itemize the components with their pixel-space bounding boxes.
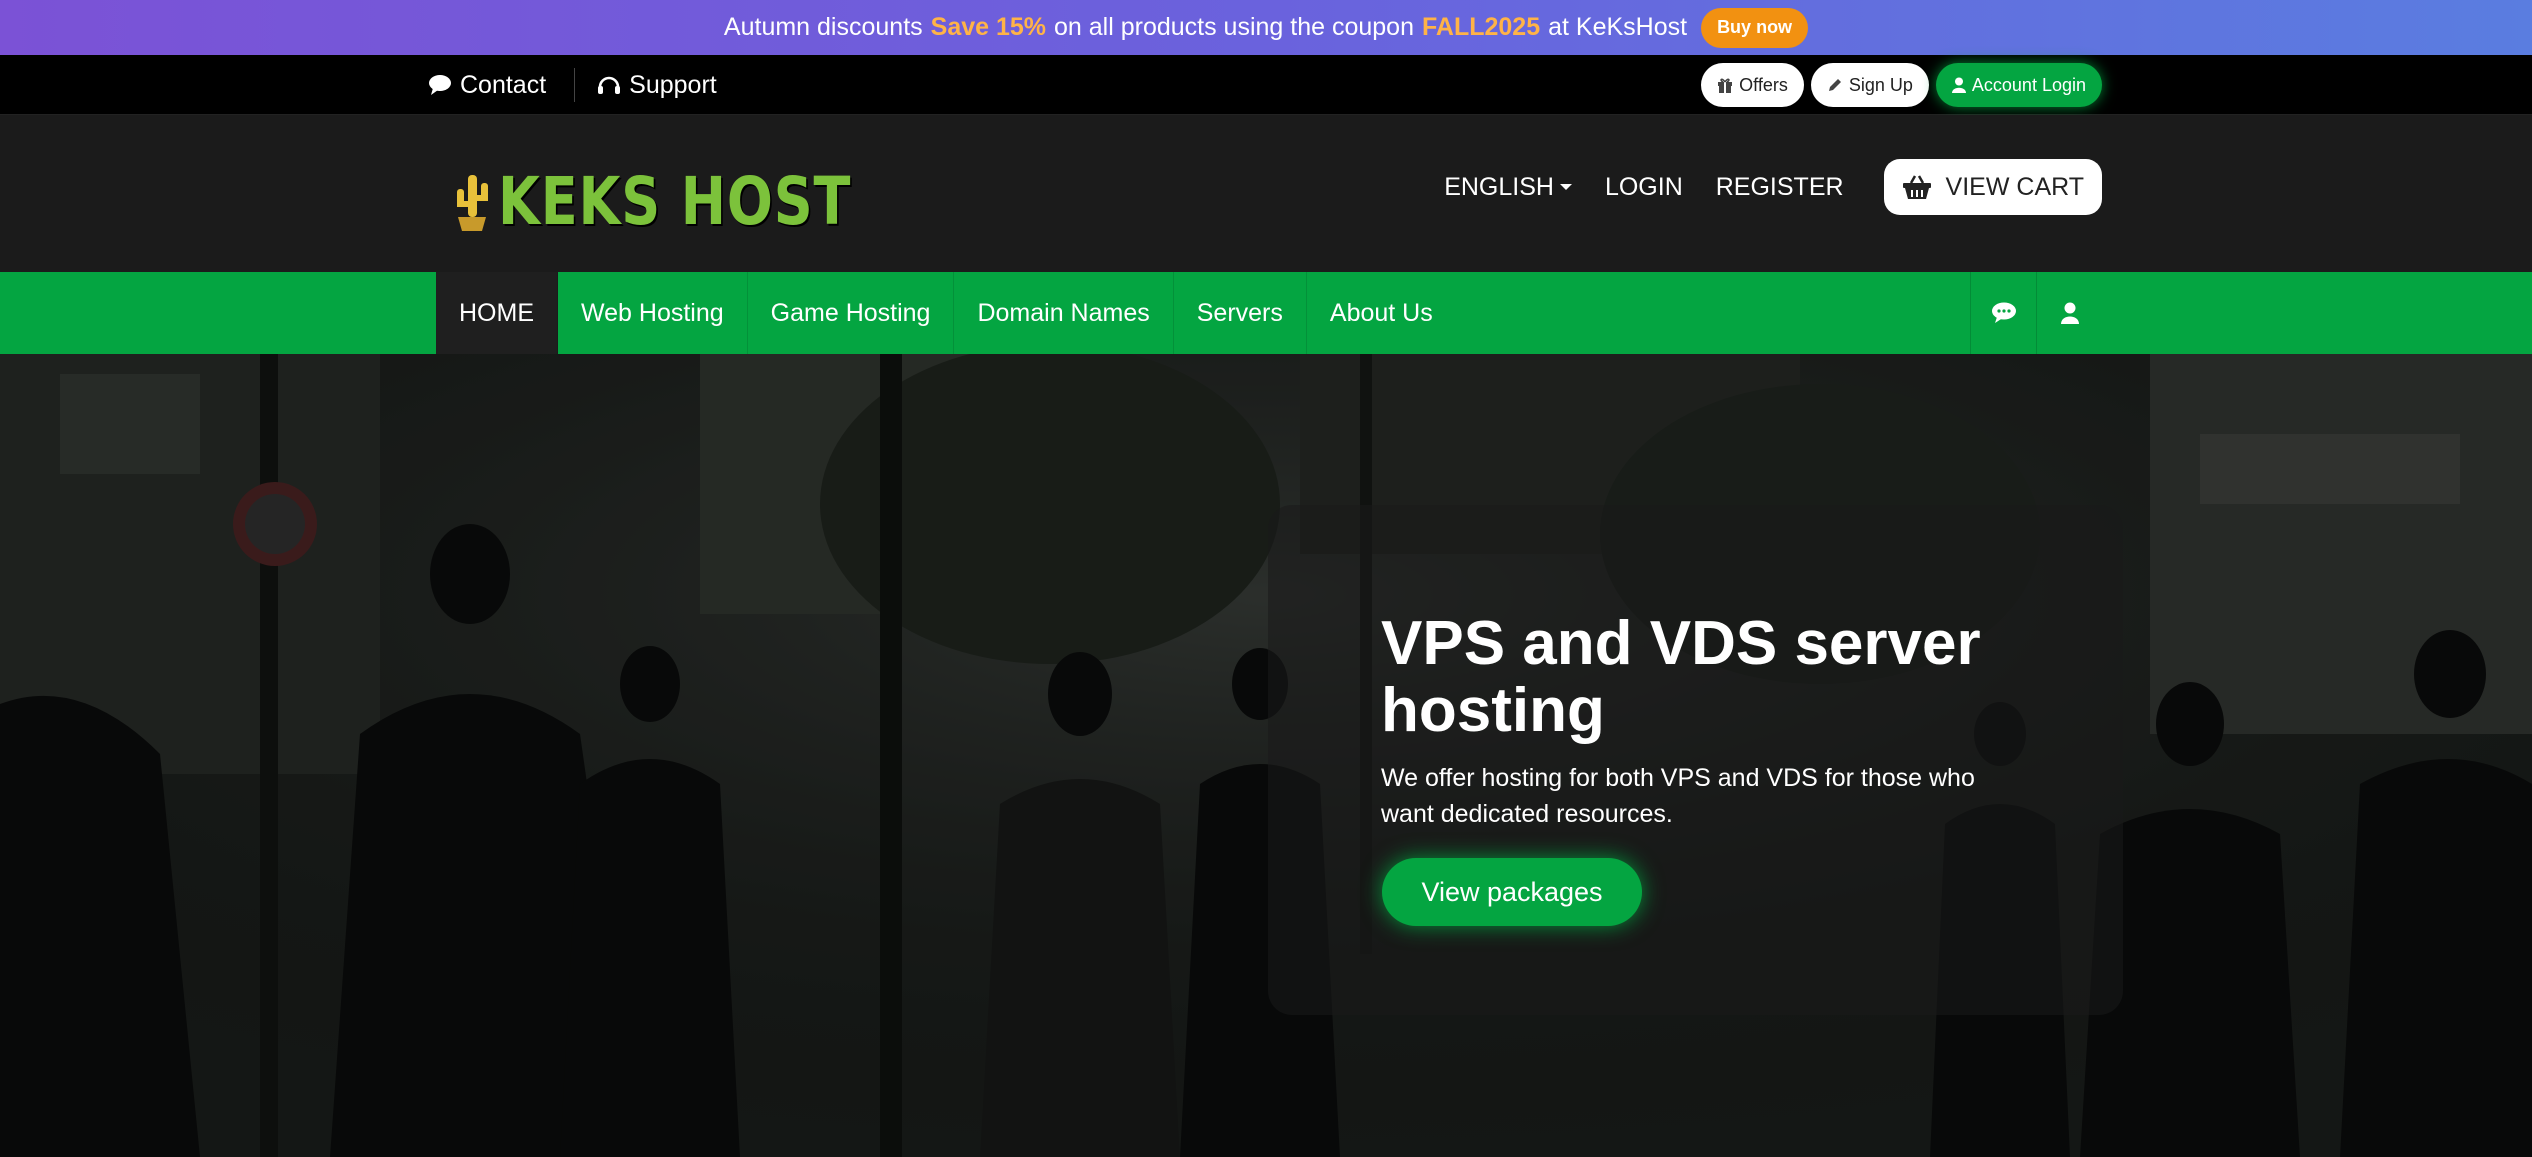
promo-bar: Autumn discounts Save 15% on all product…: [0, 0, 2532, 55]
caret-down-icon: [1559, 184, 1572, 190]
nav-item-home[interactable]: HOME: [436, 272, 558, 354]
hero-subtitle: We offer hosting for both VPS and VDS fo…: [1381, 764, 1975, 828]
main-navigation: HOME Web Hosting Game Hosting Domain Nam…: [0, 272, 2532, 354]
nav-item-about-us[interactable]: About Us: [1307, 272, 1456, 354]
support-label: Support: [629, 70, 717, 99]
pencil-icon: [1828, 79, 1841, 91]
nav-item-game-hosting[interactable]: Game Hosting: [748, 272, 955, 354]
account-login-label: Account Login: [1971, 74, 2086, 95]
login-label: LOGIN: [1604, 172, 1683, 201]
hero-title: VPS and VDS server hosting: [1381, 609, 1981, 745]
promo-discount: Save 15%: [930, 13, 1047, 41]
gift-icon: [1718, 78, 1733, 93]
cactus-logo-icon: [457, 174, 488, 231]
nav-item-servers-label: Servers: [1196, 298, 1283, 327]
chat-icon: [429, 75, 451, 95]
contact-link[interactable]: Contact: [428, 71, 546, 100]
nav-item-game-hosting-label: Game Hosting: [770, 298, 931, 327]
nav-item-about-us-label: About Us: [1329, 298, 1433, 327]
chat-icon: [1991, 302, 2016, 323]
promo-coupon: FALL2025: [1422, 13, 1541, 41]
nav-item-domain-names[interactable]: Domain Names: [954, 272, 1174, 354]
user-icon: [2060, 302, 2079, 324]
sign-up-label: Sign Up: [1848, 74, 1913, 95]
nav-item-web-hosting[interactable]: Web Hosting: [558, 272, 748, 354]
register-link[interactable]: REGISTER: [1716, 173, 1844, 202]
hero-section: VPS and VDS server hosting We offer host…: [0, 354, 2532, 1157]
contact-label: Contact: [460, 70, 547, 99]
hero-overlay: [0, 354, 2532, 1157]
promo-text-3: at KeKsHost: [1548, 13, 1688, 41]
top-utility-bar: Contact Support Offers Sign Up Account L…: [0, 55, 2532, 115]
user-icon: [1951, 77, 1966, 93]
basket-icon: [1902, 175, 1931, 199]
account-login-button[interactable]: Account Login: [1935, 63, 2102, 107]
headset-icon: [598, 76, 621, 94]
register-label: REGISTER: [1715, 172, 1844, 201]
language-dropdown[interactable]: ENGLISH: [1444, 173, 1572, 202]
view-cart-button[interactable]: VIEW CART: [1883, 159, 2102, 215]
buy-now-button[interactable]: Buy now: [1701, 7, 1809, 48]
nav-item-domain-names-label: Domain Names: [977, 298, 1150, 327]
support-link[interactable]: Support: [597, 71, 717, 100]
site-logo[interactable]: KEKS HOST: [452, 163, 929, 240]
promo-text-2: on all products using the coupon: [1054, 13, 1414, 41]
view-cart-label: VIEW CART: [1945, 172, 2084, 201]
account-button[interactable]: [2036, 272, 2102, 354]
live-chat-button[interactable]: [1970, 272, 2036, 354]
topbar-divider: [574, 68, 576, 102]
nav-item-servers[interactable]: Servers: [1174, 272, 1307, 354]
promo-text-1: Autumn discounts: [723, 13, 923, 41]
login-link[interactable]: LOGIN: [1605, 173, 1683, 202]
nav-item-home-label: HOME: [459, 298, 534, 327]
logo-text: KEKS HOST: [498, 163, 852, 240]
site-header: KEKS HOST ENGLISH LOGIN REGISTER VIEW CA…: [0, 115, 2532, 272]
offers-button[interactable]: Offers: [1701, 63, 1804, 107]
offers-label: Offers: [1739, 74, 1788, 95]
view-packages-button[interactable]: View packages: [1382, 858, 1642, 926]
language-label: ENGLISH: [1444, 172, 1554, 201]
nav-item-web-hosting-label: Web Hosting: [581, 298, 724, 327]
sign-up-button[interactable]: Sign Up: [1810, 63, 1929, 107]
